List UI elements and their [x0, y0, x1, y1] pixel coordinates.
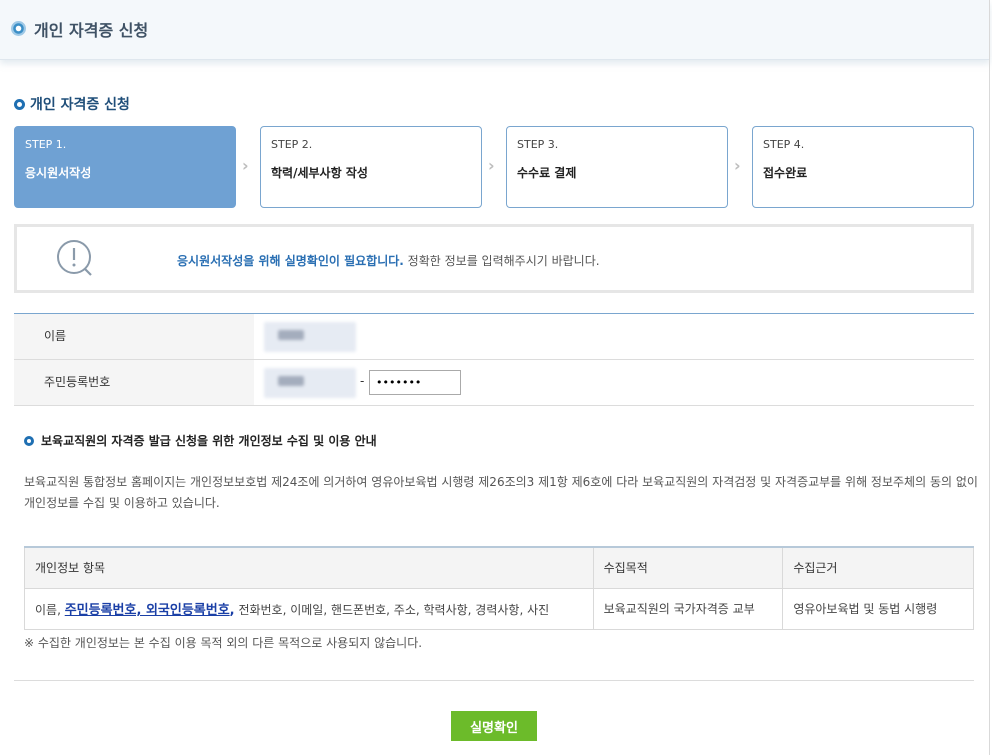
step-name: 학력/세부사항 작성: [271, 166, 368, 180]
notice-message: 응시원서작성을 위해 실명확인이 필요합니다. 정확한 정보를 입력해주시기 바…: [177, 252, 600, 269]
circle-bullet-icon: [14, 98, 25, 110]
table-row: 이름, 주민등록번호, 외국인등록번호, 전화번호, 이메일, 핸드폰번호, 주…: [24, 587, 974, 630]
rrn-label: 주민등록번호: [14, 360, 254, 405]
header-basis: 수집근거: [782, 547, 974, 589]
step-name: 수수료 결제: [517, 166, 577, 180]
step-3: STEP 3. 수수료 결제: [506, 126, 728, 208]
rrn-link[interactable]: 주민등록번호, 외국인등록번호: [65, 603, 230, 618]
header-purpose: 수집목적: [592, 547, 784, 589]
circle-bullet-icon: [24, 435, 34, 446]
section-title-text: 개인 자격증 신청: [30, 97, 130, 113]
rrn-front-masked: [264, 368, 356, 398]
confirm-button[interactable]: 실명확인: [451, 711, 537, 741]
step-number: STEP 3.: [517, 138, 559, 151]
chevron-right-icon: ›: [242, 156, 249, 175]
name-row: 이름: [14, 314, 974, 360]
notice-rest: 정확한 정보를 입력해주시기 바랍니다.: [403, 254, 600, 268]
privacy-table: 개인정보 항목 수집목적 수집근거 이름, 주민등록번호, 외국인등록번호, 전…: [24, 546, 974, 630]
step-number: STEP 2.: [271, 138, 313, 151]
step-number: STEP 4.: [763, 138, 805, 151]
cell-basis: 영유아보육법 및 동법 시행령: [782, 587, 974, 630]
step-4: STEP 4. 접수완료: [752, 126, 974, 208]
exclamation-search-icon: [57, 240, 92, 276]
privacy-description: 보육교직원 통합정보 홈페이지는 개인정보보호법 제24조에 의거하여 영유아보…: [24, 475, 978, 510]
divider: [14, 680, 974, 681]
identity-form: 이름 주민등록번호 -: [14, 313, 974, 406]
chevron-right-icon: ›: [734, 156, 741, 175]
rrn-row: 주민등록번호 -: [14, 360, 974, 406]
step-name: 접수완료: [763, 166, 808, 180]
step-2: STEP 2. 학력/세부사항 작성: [260, 126, 482, 208]
step-number: STEP 1.: [25, 138, 67, 151]
notice-box: 응시원서작성을 위해 실명확인이 필요합니다. 정확한 정보를 입력해주시기 바…: [14, 224, 974, 293]
rrn-separator: -: [360, 374, 365, 388]
privacy-title: 보육교직원의 자격증 발급 신청을 위한 개인정보 수집 및 이용 안내: [24, 432, 377, 449]
name-label: 이름: [14, 314, 254, 359]
rrn-back-input[interactable]: [369, 370, 461, 395]
frame-divider: [989, 0, 990, 755]
items-suffix: 전화번호, 이메일, 핸드폰번호, 주소, 학력사항, 경력사항, 사진: [234, 603, 550, 617]
section-title: 개인 자격증 신청: [14, 94, 130, 114]
chevron-right-icon: ›: [488, 156, 495, 175]
circle-bullet-icon: [11, 21, 26, 36]
privacy-title-text: 보육교직원의 자격증 발급 신청을 위한 개인정보 수집 및 이용 안내: [41, 434, 377, 448]
notice-highlight: 응시원서작성을 위해 실명확인이 필요합니다.: [177, 254, 404, 268]
items-prefix: 이름,: [35, 603, 65, 617]
name-value-masked: [264, 322, 356, 352]
step-name: 응시원서작성: [25, 166, 92, 180]
page-title: 개인 자격증 신청: [34, 21, 149, 40]
header-items: 개인정보 항목: [24, 547, 594, 589]
cell-purpose: 보육교직원의 국가자격증 교부: [592, 587, 784, 630]
page-header: 개인 자격증 신청: [0, 0, 990, 60]
cell-items: 이름, 주민등록번호, 외국인등록번호, 전화번호, 이메일, 핸드폰번호, 주…: [24, 587, 594, 630]
step-1: STEP 1. 응시원서작성: [14, 126, 236, 208]
table-header-row: 개인정보 항목 수집목적 수집근거: [24, 547, 974, 589]
privacy-note: ※ 수집한 개인정보는 본 수집 이용 목적 외의 다른 목적으로 사용되지 않…: [24, 636, 423, 650]
